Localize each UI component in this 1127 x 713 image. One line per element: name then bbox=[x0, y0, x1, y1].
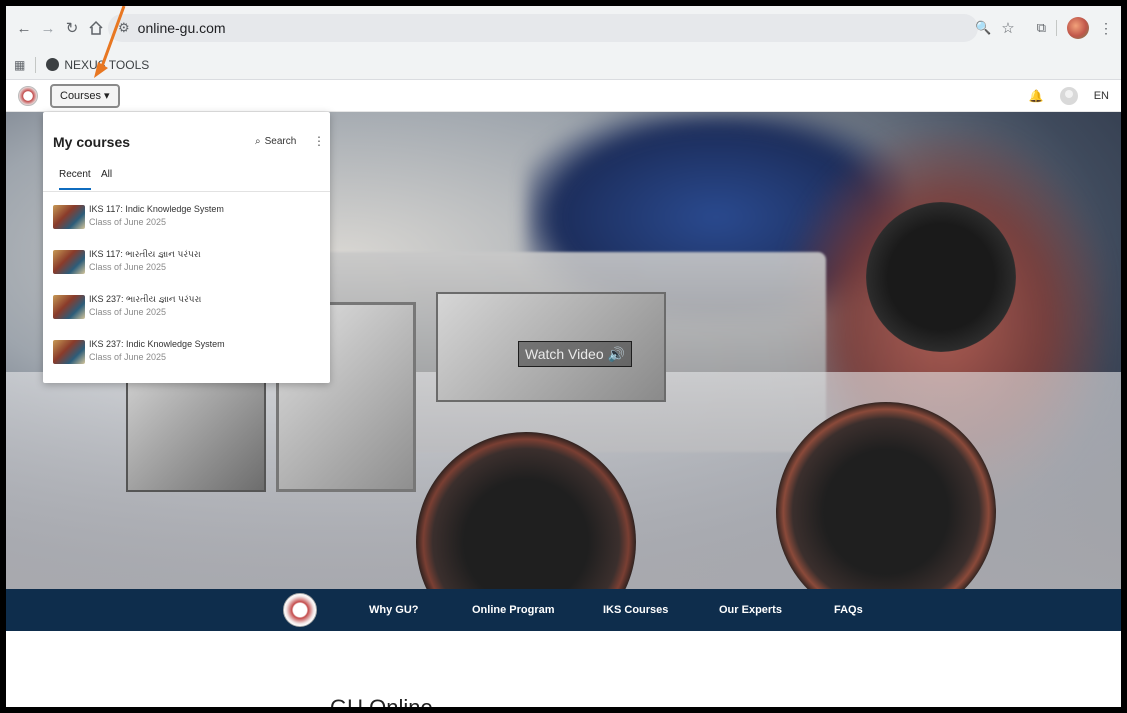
header-actions: 🔔 EN bbox=[1029, 80, 1109, 112]
dropdown-title: My courses bbox=[53, 134, 131, 150]
bookmarks-bar: ▦ NEXUS TOOLS bbox=[6, 50, 1121, 80]
browser-window: ← → ↻ ⚙ online-gu.com 🔍 ☆ ⧉ ⋮ ▦ NEXUS TO… bbox=[6, 6, 1121, 707]
course-item[interactable]: IKS 237: ભારતીય જ્ઞાન પરંપરા Class of Ju… bbox=[53, 290, 323, 324]
globe-icon bbox=[46, 58, 60, 71]
search-icon: ⌕ bbox=[255, 136, 261, 147]
nav-iks-courses[interactable]: IKS Courses bbox=[603, 589, 668, 631]
toolbar-actions: 🔍 ☆ ⧉ ⋮ bbox=[975, 6, 1121, 50]
toolbar-divider bbox=[1056, 20, 1057, 36]
site-logo[interactable] bbox=[18, 85, 38, 106]
watch-video-button[interactable]: Watch Video 🔊 bbox=[518, 341, 632, 367]
courses-menu-button[interactable]: Courses ▾ bbox=[50, 83, 120, 108]
course-thumbnail bbox=[53, 250, 85, 274]
course-name: IKS 237: Indic Knowledge System bbox=[89, 339, 225, 349]
course-class: Class of June 2025 bbox=[89, 307, 167, 317]
course-class: Class of June 2025 bbox=[89, 352, 167, 362]
course-name: IKS 237: ભારતીય જ્ઞાન પરંપરા bbox=[89, 294, 202, 304]
profile-avatar[interactable] bbox=[1067, 17, 1089, 39]
course-thumbnail bbox=[53, 205, 85, 229]
course-name: IKS 117: Indic Knowledge System bbox=[89, 204, 224, 214]
course-item[interactable]: IKS 237: Indic Knowledge System Class of… bbox=[53, 335, 323, 369]
hero-shape bbox=[126, 372, 266, 492]
nav-logo[interactable] bbox=[283, 593, 317, 627]
search-label: Search bbox=[264, 136, 297, 147]
zoom-icon[interactable]: 🔍 bbox=[975, 20, 991, 36]
course-class: Class of June 2025 bbox=[89, 217, 167, 227]
nav-faqs[interactable]: FAQs bbox=[834, 589, 863, 631]
course-class: Class of June 2025 bbox=[89, 262, 167, 272]
dropdown-more-icon[interactable]: ⋮ bbox=[313, 134, 325, 148]
back-icon[interactable]: ← bbox=[12, 16, 36, 40]
menu-kebab-icon[interactable]: ⋮ bbox=[1099, 20, 1113, 37]
language-selector[interactable]: EN bbox=[1094, 90, 1109, 102]
browser-toolbar: ← → ↻ ⚙ online-gu.com 🔍 ☆ ⧉ ⋮ bbox=[6, 6, 1121, 50]
site-header: Courses ▾ 🔔 EN bbox=[6, 80, 1121, 112]
nav-our-experts[interactable]: Our Experts bbox=[719, 589, 782, 631]
course-thumbnail bbox=[53, 295, 85, 319]
course-item[interactable]: IKS 117: Indic Knowledge System Class of… bbox=[53, 200, 323, 234]
my-courses-dropdown: My courses ⌕ Search ⋮ Recent All IKS 117… bbox=[43, 112, 330, 383]
course-thumbnail bbox=[53, 340, 85, 364]
apps-grid-icon[interactable]: ▦ bbox=[14, 58, 25, 72]
tab-recent[interactable]: Recent bbox=[59, 169, 91, 190]
extensions-icon[interactable]: ⧉ bbox=[1037, 20, 1046, 36]
notification-bell-icon[interactable]: 🔔 bbox=[1029, 89, 1044, 103]
bookmark-star-icon[interactable]: ☆ bbox=[1001, 19, 1014, 37]
url-text: online-gu.com bbox=[137, 20, 226, 36]
course-name: IKS 117: ભારતીય જ્ઞાન પરંપરા bbox=[89, 249, 201, 259]
forward-icon[interactable]: → bbox=[36, 16, 60, 40]
nav-why-gu[interactable]: Why GU? bbox=[369, 589, 419, 631]
bookmark-divider bbox=[35, 56, 37, 73]
user-avatar[interactable] bbox=[1059, 87, 1078, 105]
dropdown-tabs: Recent All bbox=[43, 162, 330, 192]
reload-icon[interactable]: ↻ bbox=[60, 16, 84, 40]
annotation-arrow-icon bbox=[94, 6, 126, 78]
course-item[interactable]: IKS 117: ભારતીય જ્ઞાન પરંપરા Class of Ju… bbox=[53, 245, 323, 279]
page-content: GU Online bbox=[6, 631, 1121, 707]
hero-shape bbox=[866, 202, 1016, 352]
address-bar[interactable]: ⚙ online-gu.com bbox=[108, 14, 978, 42]
tab-all[interactable]: All bbox=[101, 169, 112, 180]
site-nav: Why GU? Online Program IKS Courses Our E… bbox=[6, 589, 1121, 631]
page-title: GU Online bbox=[330, 695, 433, 707]
dropdown-search-button[interactable]: ⌕ Search bbox=[255, 136, 296, 147]
nav-online-program[interactable]: Online Program bbox=[472, 589, 555, 631]
